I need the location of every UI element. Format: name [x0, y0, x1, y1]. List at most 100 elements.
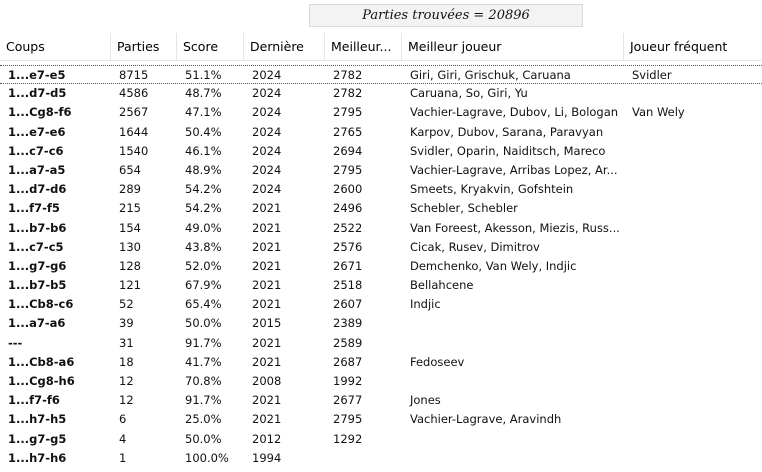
games-cell: 1540 [119, 143, 149, 158]
best-player-cell: Svidler, Oparin, Naiditsch, Mareco [410, 143, 606, 158]
best-player-cell: Karpov, Dubov, Sarana, Paravyan [410, 124, 604, 139]
best-player-cell: Fedoseev [410, 354, 465, 369]
best-player-cell: Giri, Giri, Grischuk, Caruana [410, 68, 571, 82]
move-cell: --- [8, 335, 23, 350]
best-elo-cell: 1292 [333, 431, 363, 446]
score-cell: 91.7% [185, 335, 222, 350]
last-year-cell: 2012 [252, 431, 282, 446]
best-player-cell [402, 449, 624, 468]
games-cell: 1 [119, 450, 127, 465]
best-elo-cell: 2607 [333, 297, 363, 312]
best-elo-cell: 2589 [333, 335, 363, 350]
last-year-cell: 2021 [252, 335, 282, 350]
best-elo-cell: 2782 [333, 86, 363, 101]
table-row[interactable]: 1...d7-d5 4586 48.7% 2024 2782 Caruana, So, G… [0, 84, 762, 103]
table-row[interactable]: 1...h7-h5 6 25.0% 2021 2795 Vachier-Lagrave, … [0, 410, 762, 429]
table-row[interactable]: 1...e7-e5 8715 51.1% 2024 2782 Giri, Giri, Gr… [0, 65, 762, 85]
games-cell: 130 [119, 239, 141, 254]
last-year-cell: 1994 [252, 450, 282, 465]
score-cell: 50.4% [185, 124, 222, 139]
frequent-player-cell [624, 372, 762, 391]
column-header-moves[interactable]: Coups [0, 33, 111, 61]
games-cell: 215 [119, 201, 141, 216]
games-cell: 18 [119, 354, 134, 369]
table-row[interactable]: 1...b7-b6 154 49.0% 2021 2522 Van Foreest, Ak… [0, 219, 762, 238]
frequent-player-cell [624, 257, 762, 276]
frequent-player-cell [624, 295, 762, 314]
best-elo-cell: 2518 [333, 278, 363, 293]
opening-tree-table: Coups Parties Score Dernière Meilleur...… [0, 33, 762, 472]
last-year-cell: 2024 [252, 182, 282, 197]
games-cell: 128 [119, 258, 141, 273]
table-row[interactable]: 1...g7-g6 128 52.0% 2021 2671 Demchenko, Van … [0, 257, 762, 276]
column-header-frequent-player[interactable]: Joueur fréquent [624, 33, 762, 61]
frequent-player-cell [624, 142, 762, 161]
table-header: Coups Parties Score Dernière Meilleur...… [0, 33, 762, 61]
table-row[interactable]: 1...g7-g5 4 50.0% 2012 1292 [0, 430, 762, 449]
move-cell: 1...Cb8-c6 [8, 297, 74, 312]
frequent-player-cell [624, 276, 762, 295]
last-year-cell: 2024 [252, 86, 282, 101]
frequent-player-cell [624, 334, 762, 353]
table-row[interactable]: 1...e7-e6 1644 50.4% 2024 2765 Karpov, Dubov,… [0, 123, 762, 142]
best-elo-cell: 2687 [333, 354, 363, 369]
table-row[interactable]: 1...a7-a6 39 50.0% 2015 2389 [0, 314, 762, 333]
score-cell: 65.4% [185, 297, 222, 312]
frequent-player-cell [624, 314, 762, 333]
best-player-cell [402, 334, 624, 353]
best-player-cell: Schebler, Schebler [410, 201, 518, 216]
frequent-player-cell: Svidler [632, 68, 672, 82]
table-row[interactable]: 1...Cg8-h6 12 70.8% 2008 1992 [0, 372, 762, 391]
table-row[interactable]: 1...f7-f6 12 91.7% 2021 2677 Jones [0, 391, 762, 410]
column-header-score[interactable]: Score [177, 33, 244, 61]
table-row[interactable]: 1...b7-b5 121 67.9% 2021 2518 Bellahcene [0, 276, 762, 295]
best-elo-cell: 2782 [333, 68, 363, 82]
table-body: 1...e7-e5 8715 51.1% 2024 2782 Giri, Giri, Gr… [0, 65, 762, 468]
table-row[interactable]: 1...Cb8-a6 18 41.7% 2021 2687 Fedoseev [0, 353, 762, 372]
frequent-player-cell [624, 180, 762, 199]
table-row[interactable]: 1...f7-f5 215 54.2% 2021 2496 Schebler, Scheb… [0, 199, 762, 218]
best-player-cell: Cicak, Rusev, Dimitrov [410, 239, 540, 254]
score-cell: 48.7% [185, 86, 222, 101]
move-cell: 1...c7-c5 [8, 239, 64, 254]
best-elo-cell: 2694 [333, 143, 363, 158]
best-player-cell: Demchenko, Van Wely, Indjic [410, 258, 577, 273]
best-player-cell: Vachier-Lagrave, Dubov, Li, Bologan [410, 105, 619, 120]
score-cell: 91.7% [185, 393, 222, 408]
move-cell: 1...e7-e5 [8, 68, 66, 82]
column-header-best-elo[interactable]: Meilleur... [325, 33, 402, 61]
last-year-cell: 2024 [252, 143, 282, 158]
best-elo-cell: 2671 [333, 258, 363, 273]
best-player-cell: Caruana, So, Giri, Yu [410, 86, 528, 101]
move-cell: 1...a7-a5 [8, 162, 66, 177]
games-cell: 12 [119, 374, 134, 388]
column-header-best-player[interactable]: Meilleur joueur [402, 33, 624, 61]
table-row[interactable]: 1...Cg8-f6 2567 47.1% 2024 2795 Vachier-Lagra… [0, 103, 762, 122]
table-row[interactable]: 1...d7-d6 289 54.2% 2024 2600 Smeets, Kryakvi… [0, 180, 762, 199]
table-row[interactable]: 1...Cb8-c6 52 65.4% 2021 2607 Indjic [0, 295, 762, 314]
best-elo-cell: 2496 [333, 201, 363, 216]
column-header-games[interactable]: Parties [111, 33, 177, 61]
frequent-player-cell [624, 238, 762, 257]
last-year-cell: 2021 [252, 258, 282, 273]
score-cell: 52.0% [185, 258, 222, 273]
games-found-summary: Parties trouvées = 20896 [309, 4, 583, 27]
score-cell: 50.0% [185, 431, 222, 446]
score-cell: 41.7% [185, 354, 222, 369]
column-header-last[interactable]: Dernière [244, 33, 325, 61]
table-row[interactable]: 1...c7-c6 1540 46.1% 2024 2694 Svidler, Opari… [0, 142, 762, 161]
table-row[interactable]: 1...a7-a5 654 48.9% 2024 2795 Vachier-Lagrave… [0, 161, 762, 180]
table-row[interactable]: --- 31 91.7% 2021 2589 [0, 334, 762, 353]
score-cell: 50.0% [185, 316, 222, 331]
games-cell: 4 [119, 431, 127, 446]
frequent-player-cell: Van Wely [632, 105, 685, 120]
score-cell: 49.0% [185, 220, 222, 235]
best-player-cell: Van Foreest, Akesson, Miezis, Russ... [410, 220, 620, 235]
score-cell: 54.2% [185, 201, 222, 216]
move-cell: 1...c7-c6 [8, 143, 64, 158]
table-row[interactable]: 1...c7-c5 130 43.8% 2021 2576 Cicak, Rusev, D… [0, 238, 762, 257]
move-cell: 1...d7-d5 [8, 86, 67, 101]
games-cell: 8715 [119, 68, 149, 82]
table-row[interactable]: 1...h7-h6 1 100.0% 1994 [0, 449, 762, 468]
last-year-cell: 2021 [252, 393, 282, 408]
